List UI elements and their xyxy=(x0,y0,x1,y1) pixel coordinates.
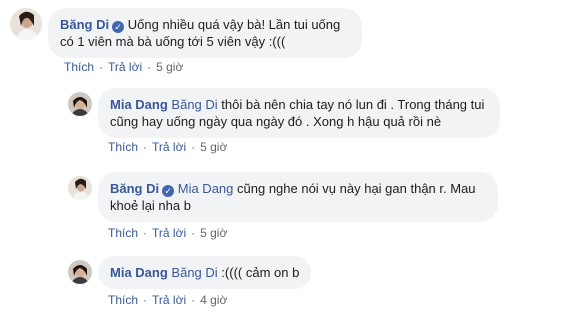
mention-link[interactable]: Băng Di xyxy=(171,265,217,280)
comment-actions: Thích · Trả lời · 5 giờ xyxy=(108,226,227,240)
reply-link[interactable]: Trả lời xyxy=(152,293,186,307)
separator: · xyxy=(191,140,196,154)
reply-comment: Mia Dang Băng Di thôi bà nên chia tay nó… xyxy=(68,88,500,138)
separator: · xyxy=(143,293,148,307)
comment-bubble: Mia Dang Băng Di thôi bà nên chia tay nó… xyxy=(98,88,500,138)
mention-link[interactable]: Băng Di xyxy=(171,97,217,112)
like-link[interactable]: Thích xyxy=(64,60,94,74)
timestamp[interactable]: 5 giờ xyxy=(200,226,227,240)
separator: · xyxy=(191,226,196,240)
reply-link[interactable]: Trả lời xyxy=(152,140,186,154)
verified-badge-icon: ✓ xyxy=(112,21,125,33)
comment: Băng Di ✓ Uống nhiều quá vậy bà! Lần tui … xyxy=(10,8,362,58)
reply-comment: Băng Di ✓ Mia Dang cũng nghe nói vụ này h… xyxy=(68,172,498,222)
reply-link[interactable]: Trả lời xyxy=(108,60,142,74)
comment-author[interactable]: Mia Dang xyxy=(110,97,168,112)
like-link[interactable]: Thích xyxy=(108,226,138,240)
avatar[interactable] xyxy=(68,92,92,116)
timestamp[interactable]: 4 giờ xyxy=(200,293,227,307)
comment-thread: Băng Di ✓ Uống nhiều quá vậy bà! Lần tui … xyxy=(0,0,565,313)
mention-link[interactable]: Mia Dang xyxy=(178,181,234,196)
comment-text: :(((( cảm on b xyxy=(221,265,300,280)
separator: · xyxy=(147,60,152,74)
comment-bubble: Băng Di ✓ Uống nhiều quá vậy bà! Lần tui … xyxy=(48,8,362,58)
separator: · xyxy=(191,293,196,307)
comment-actions: Thích · Trả lời · 4 giờ xyxy=(108,293,227,307)
like-link[interactable]: Thích xyxy=(108,140,138,154)
like-link[interactable]: Thích xyxy=(108,293,138,307)
comment-actions: Thích · Trả lời · 5 giờ xyxy=(108,140,227,154)
avatar[interactable] xyxy=(68,176,92,200)
separator: · xyxy=(143,226,148,240)
comment-actions: Thích · Trả lời · 5 giờ xyxy=(64,60,183,74)
avatar[interactable] xyxy=(10,8,42,40)
reply-comment: Mia Dang Băng Di :(((( cảm on b xyxy=(68,256,312,289)
avatar[interactable] xyxy=(68,260,92,284)
comment-bubble: Băng Di ✓ Mia Dang cũng nghe nói vụ này h… xyxy=(98,172,498,222)
comment-author[interactable]: Mia Dang xyxy=(110,265,168,280)
comment-bubble: Mia Dang Băng Di :(((( cảm on b xyxy=(98,256,312,289)
verified-badge-icon: ✓ xyxy=(162,185,175,197)
timestamp[interactable]: 5 giờ xyxy=(156,60,183,74)
separator: · xyxy=(143,140,148,154)
comment-author[interactable]: Băng Di xyxy=(110,181,159,196)
reply-link[interactable]: Trả lời xyxy=(152,226,186,240)
separator: · xyxy=(99,60,104,74)
timestamp[interactable]: 5 giờ xyxy=(200,140,227,154)
comment-author[interactable]: Băng Di xyxy=(60,17,109,32)
